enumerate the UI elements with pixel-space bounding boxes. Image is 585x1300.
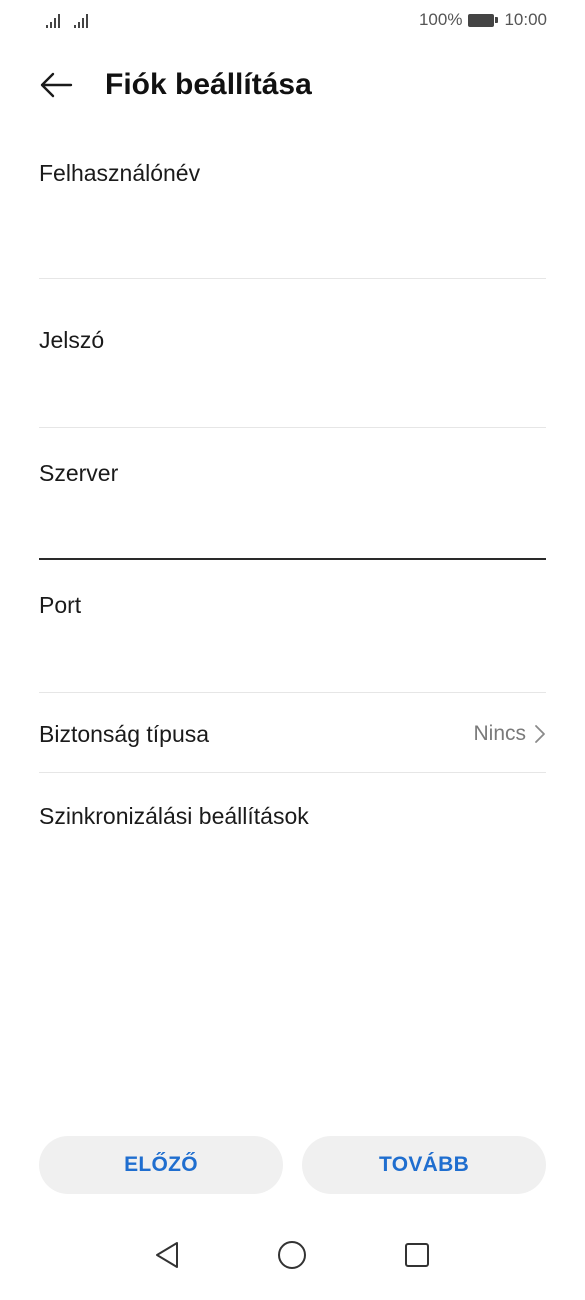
server-input[interactable] — [39, 512, 546, 552]
nav-home-button[interactable] — [277, 1240, 307, 1270]
square-recents-icon — [405, 1243, 429, 1267]
triangle-back-icon — [156, 1242, 178, 1268]
port-input[interactable] — [39, 642, 546, 682]
username-input[interactable] — [39, 220, 546, 260]
previous-button[interactable]: ELŐZŐ — [39, 1136, 283, 1194]
security-type-label: Biztonság típusa — [39, 720, 210, 747]
security-type-value-group: Nincs — [473, 722, 546, 746]
battery-percentage: 100% — [418, 10, 463, 29]
nav-recents-button[interactable] — [402, 1240, 432, 1270]
password-label: Jelszó — [39, 327, 105, 353]
back-button[interactable] — [38, 69, 74, 101]
divider — [39, 772, 546, 773]
battery-icon — [468, 13, 499, 27]
sync-settings-row[interactable]: Szinkronizálási beállítások — [39, 791, 546, 841]
signal-indicators — [46, 12, 88, 28]
divider — [39, 427, 546, 428]
server-input-underline — [39, 558, 546, 560]
password-input[interactable] — [39, 371, 546, 411]
port-label: Port — [39, 592, 82, 618]
arrow-left-icon — [40, 72, 73, 98]
signal-strength-icon — [46, 14, 60, 28]
clock: 10:00 — [504, 10, 547, 29]
chevron-right-icon — [535, 725, 545, 743]
divider — [39, 278, 546, 279]
system-navigation-bar — [0, 1240, 585, 1270]
sync-settings-label: Szinkronizálási beállítások — [39, 802, 309, 829]
security-type-row[interactable]: Biztonság típusa Nincs — [39, 709, 546, 759]
username-label: Felhasználónév — [39, 160, 201, 186]
divider — [39, 692, 546, 693]
password-field: Jelszó — [39, 327, 546, 411]
server-field: Szerver — [39, 460, 546, 552]
signal-strength-icon — [74, 14, 88, 28]
security-type-value: Nincs — [473, 722, 526, 745]
server-label: Szerver — [39, 460, 119, 486]
app-header: Fiók beállítása — [0, 55, 585, 115]
next-button[interactable]: TOVÁBB — [302, 1136, 546, 1194]
username-field: Felhasználónév — [39, 160, 546, 260]
port-field: Port — [39, 592, 546, 682]
nav-back-button[interactable] — [152, 1240, 182, 1270]
status-right: 100% 10:00 — [419, 10, 547, 30]
status-bar: 100% 10:00 — [0, 0, 585, 40]
circle-home-icon — [278, 1241, 306, 1269]
account-setup-screen: 100% 10:00 Fiók beállítása Felhasználóné… — [0, 0, 585, 1300]
page-title: Fiók beállítása — [105, 68, 312, 101]
